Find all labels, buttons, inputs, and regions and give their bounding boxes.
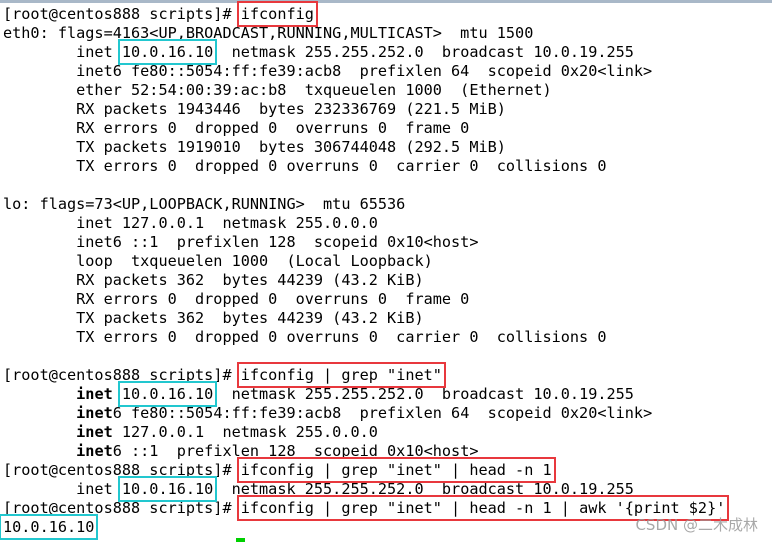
- text-segment: inet6 ::1 prefixlen 128 scopeid 0x10<hos…: [3, 233, 479, 251]
- terminal-line: RX errors 0 dropped 0 overruns 0 frame 0: [3, 290, 725, 309]
- terminal-line: inet 10.0.16.10 netmask 255.255.252.0 br…: [3, 39, 725, 65]
- terminal-line: ether 52:54:00:39:ac:b8 txqueuelen 1000 …: [3, 81, 725, 100]
- terminal-line: inet6 fe80::5054:ff:fe39:acb8 prefixlen …: [3, 404, 725, 423]
- terminal-line: RX packets 1943446 bytes 232336769 (221.…: [3, 100, 725, 119]
- text-segment: [root@centos888 scripts]#: [3, 366, 241, 384]
- terminal-line: inet6 ::1 prefixlen 128 scopeid 0x10<hos…: [3, 233, 725, 252]
- highlighted-command: ifconfig: [236, 1, 318, 27]
- text-segment: TX errors 0 dropped 0 overruns 0 carrier…: [3, 328, 607, 346]
- text-segment: RX packets 1943446 bytes 232336769 (221.…: [3, 100, 506, 118]
- terminal-line: TX packets 1919010 bytes 306744048 (292.…: [3, 138, 725, 157]
- text-segment: netmask 255.255.252.0 broadcast 10.0.19.…: [213, 43, 634, 61]
- text-segment: loop txqueuelen 1000 (Local Loopback): [3, 252, 433, 270]
- terminal-line: [root@centos888 scripts]# ifconfig | gre…: [3, 457, 725, 483]
- text-segment: inet: [3, 43, 122, 61]
- text-segment: [root@centos888 scripts]#: [3, 461, 241, 479]
- text-segment: RX errors 0 dropped 0 overruns 0 frame 0: [3, 119, 470, 137]
- text-segment: TX errors 0 dropped 0 overruns 0 carrier…: [3, 157, 607, 175]
- text-segment: [3, 423, 76, 441]
- text-segment: [3, 385, 76, 403]
- text-segment: 6 ::1 prefixlen 128 scopeid 0x10<host>: [112, 442, 479, 460]
- terminal-line: RX packets 362 bytes 44239 (43.2 KiB): [3, 271, 725, 290]
- text-segment: inet6 fe80::5054:ff:fe39:acb8 prefixlen …: [3, 62, 653, 80]
- terminal-line: TX errors 0 dropped 0 overruns 0 carrier…: [3, 157, 725, 176]
- terminal-line: inet6 ::1 prefixlen 128 scopeid 0x10<hos…: [3, 442, 725, 461]
- text-segment: TX packets 1919010 bytes 306744048 (292.…: [3, 138, 506, 156]
- text-segment: [3, 442, 76, 460]
- terminal-line: eth0: flags=4163<UP,BROADCAST,RUNNING,MU…: [3, 24, 725, 43]
- terminal-line: TX packets 362 bytes 44239 (43.2 KiB): [3, 309, 725, 328]
- text-segment: TX packets 362 bytes 44239 (43.2 KiB): [3, 309, 424, 327]
- text-segment: inet 127.0.0.1 netmask 255.0.0.0: [3, 214, 378, 232]
- terminal-line: loop txqueuelen 1000 (Local Loopback): [3, 252, 725, 271]
- highlighted-ip: 10.0.16.10: [117, 476, 218, 502]
- text-segment: inet: [76, 423, 113, 441]
- terminal-cursor: [236, 538, 245, 542]
- text-segment: [113, 385, 122, 403]
- text-segment: inet: [76, 404, 113, 422]
- text-segment: [3, 404, 76, 422]
- text-segment: [root@centos888 scripts]#: [3, 499, 241, 517]
- terminal-line: 10.0.16.10: [0, 514, 725, 540]
- terminal-line: inet 127.0.0.1 netmask 255.0.0.0: [3, 214, 725, 233]
- text-segment: inet: [76, 442, 113, 460]
- text-segment: inet: [3, 480, 122, 498]
- terminal-output[interactable]: [root@centos888 scripts]# ifconfig eth0: …: [0, 1, 730, 540]
- terminal-line: lo: flags=73<UP,LOOPBACK,RUNNING> mtu 65…: [3, 195, 725, 214]
- terminal-line: inet 10.0.16.10 netmask 255.255.252.0 br…: [3, 381, 725, 407]
- text-segment: lo: flags=73<UP,LOOPBACK,RUNNING> mtu 65…: [3, 195, 406, 213]
- highlighted-command: ifconfig | grep "inet" | head -n 1: [236, 457, 556, 483]
- terminal-line: inet6 fe80::5054:ff:fe39:acb8 prefixlen …: [3, 62, 725, 81]
- window-top-bar: [0, 0, 772, 3]
- highlighted-command: ifconfig | grep "inet": [236, 362, 446, 388]
- terminal-line: [root@centos888 scripts]# ifconfig: [3, 1, 725, 27]
- text-segment: netmask 255.255.252.0 broadcast 10.0.19.…: [213, 480, 634, 498]
- terminal-line: inet 127.0.0.1 netmask 255.0.0.0: [3, 423, 725, 442]
- highlighted-ip: 10.0.16.10: [0, 514, 99, 540]
- watermark: CSDN @二木成林: [635, 516, 758, 534]
- text-segment: 6 fe80::5054:ff:fe39:acb8 prefixlen 64 s…: [112, 404, 653, 422]
- text-segment: ether 52:54:00:39:ac:b8 txqueuelen 1000 …: [3, 81, 552, 99]
- text-segment: 127.0.0.1 netmask 255.0.0.0: [112, 423, 378, 441]
- terminal-line: [root@centos888 scripts]# ifconfig | gre…: [3, 495, 730, 521]
- text-segment: [root@centos888 scripts]#: [3, 5, 241, 23]
- text-segment: RX errors 0 dropped 0 overruns 0 frame 0: [3, 290, 470, 308]
- terminal-line: RX errors 0 dropped 0 overruns 0 frame 0: [3, 119, 725, 138]
- terminal-line: TX errors 0 dropped 0 overruns 0 carrier…: [3, 328, 725, 347]
- text-segment: inet: [76, 385, 113, 403]
- terminal-line: [root@centos888 scripts]# ifconfig | gre…: [3, 362, 725, 388]
- highlighted-ip: 10.0.16.10: [117, 381, 218, 407]
- highlighted-ip: 10.0.16.10: [117, 39, 218, 65]
- text-segment: RX packets 362 bytes 44239 (43.2 KiB): [3, 271, 424, 289]
- terminal-line: inet 10.0.16.10 netmask 255.255.252.0 br…: [3, 476, 725, 502]
- text-segment: netmask 255.255.252.0 broadcast 10.0.19.…: [213, 385, 634, 403]
- text-segment: eth0: flags=4163<UP,BROADCAST,RUNNING,MU…: [3, 24, 534, 42]
